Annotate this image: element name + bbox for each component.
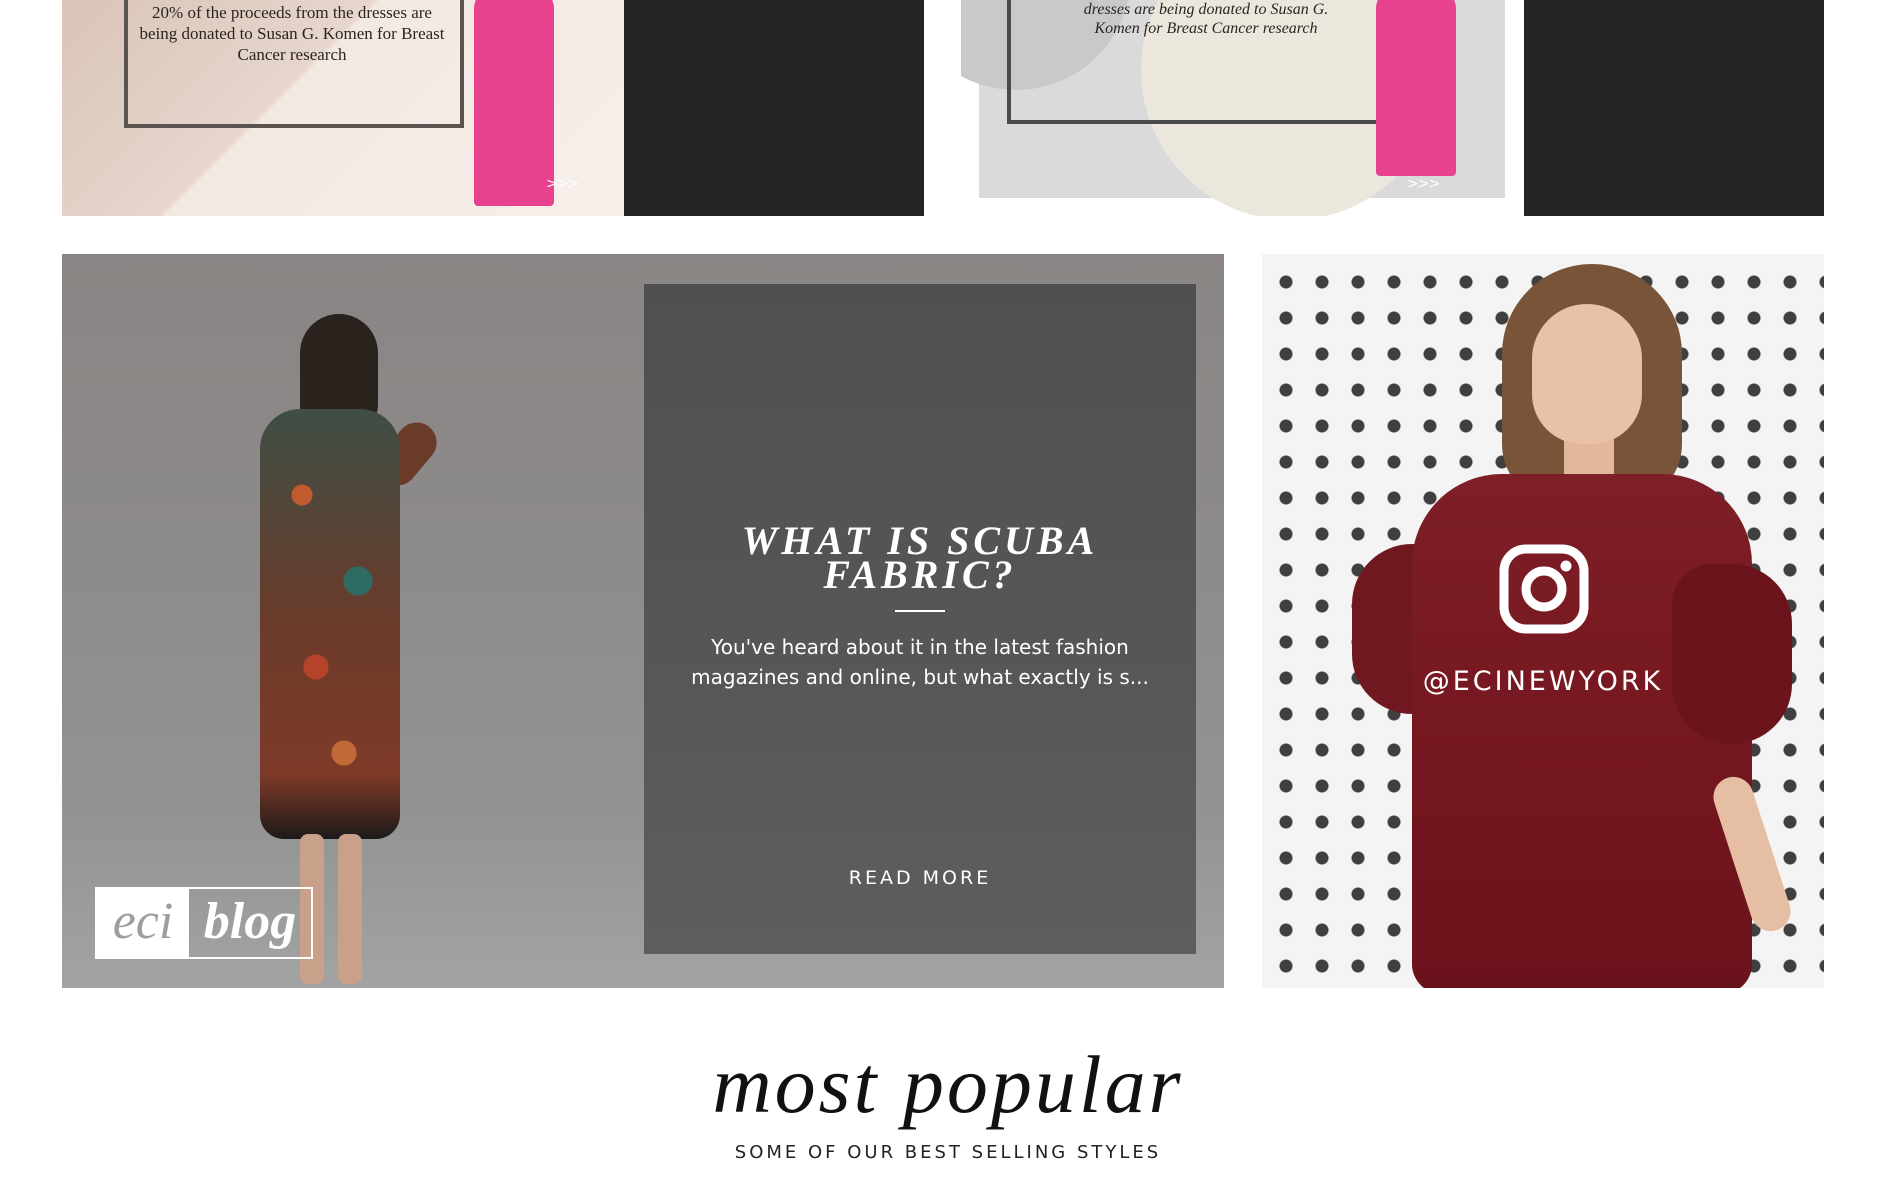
blog-post-title[interactable]: WHAT IS SCUBA FABRIC? [684, 521, 1156, 595]
instagram-tile[interactable]: @ECINEWYORK [1262, 254, 1824, 988]
model-leg [338, 834, 362, 984]
page: 20% of the proceeds from the dresses are… [0, 0, 1896, 1204]
logo-eci: eci [97, 889, 189, 957]
promo-strip: 20% of the proceeds from the dresses are… [62, 0, 1824, 216]
promo-text: dresses are being donated to Susan G. Ko… [1083, 1, 1329, 37]
model-image [222, 314, 452, 984]
promo-banner-left[interactable]: 20% of the proceeds from the dresses are… [62, 0, 624, 216]
promo-banner-right[interactable]: dresses are being donated to Susan G. Ko… [961, 0, 1521, 216]
pink-dress-image [474, 0, 554, 206]
instagram-handle[interactable]: @ECINEWYORK [1343, 666, 1743, 697]
title-divider [895, 610, 945, 612]
promo-dark-panel-left [624, 0, 924, 216]
pink-dress-image [1376, 0, 1456, 176]
section-subtitle: SOME OF OUR BEST SELLING STYLES [734, 1142, 1162, 1163]
logo-blog: blog [203, 893, 297, 950]
section-title: most popular [712, 1039, 1184, 1130]
eci-blog-logo: eci blog [95, 887, 313, 959]
promo-arrows[interactable]: >>> [546, 176, 579, 192]
paisley-dress [260, 409, 400, 839]
read-more-link[interactable]: READ MORE [820, 862, 1020, 894]
promo-dark-panel-right [1524, 0, 1824, 216]
dress-sleeve [1672, 564, 1792, 744]
promo-text: 20% of the proceeds from the dresses are… [139, 3, 445, 64]
blog-post-excerpt: You've heard about it in the latest fash… [691, 635, 1149, 689]
instagram-icon[interactable] [1499, 544, 1589, 634]
blog-feature[interactable]: eci blog WHAT IS SCUBA FABRIC? You've he… [62, 254, 1224, 988]
model-face [1532, 304, 1642, 444]
promo-arrows[interactable]: >>> [1407, 176, 1440, 192]
blog-post-card: WHAT IS SCUBA FABRIC? You've heard about… [644, 284, 1196, 954]
